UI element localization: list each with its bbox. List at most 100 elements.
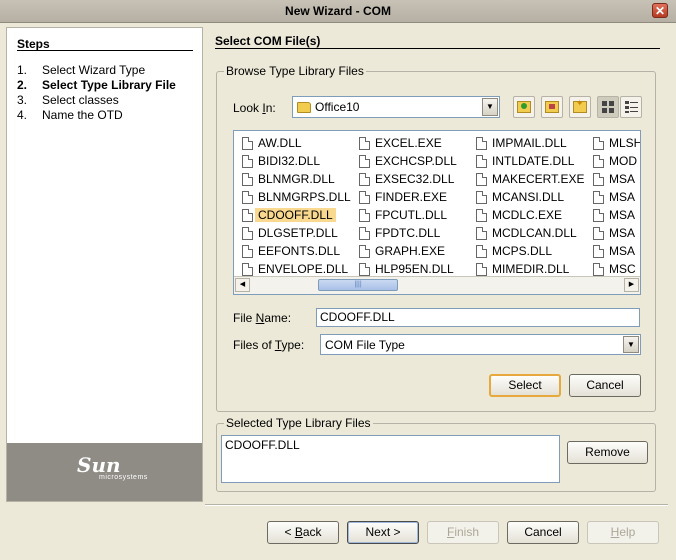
file-item[interactable]: MSA — [587, 242, 640, 260]
list-item[interactable]: CDOOFF.DLL — [225, 438, 556, 452]
file-icon — [359, 209, 370, 222]
footer-cancel-button[interactable]: Cancel — [507, 521, 579, 544]
section-divider — [215, 48, 660, 49]
file-item[interactable]: MCDLCAN.DLL — [470, 224, 584, 242]
file-item[interactable]: CDOOFF.DLL — [236, 206, 351, 224]
file-name: MCPS.DLL — [492, 244, 553, 258]
new-folder-button[interactable] — [569, 96, 591, 118]
help-button[interactable]: Help — [587, 521, 659, 544]
file-name: FPCUTL.DLL — [375, 208, 448, 222]
files-of-type-select[interactable]: COM File Type ▼ — [320, 334, 641, 355]
label-part: n: — [265, 101, 276, 115]
mnemonic: B — [294, 525, 303, 539]
file-item[interactable]: MSA — [587, 170, 640, 188]
file-item[interactable]: MCDLC.EXE — [470, 206, 584, 224]
select-button[interactable]: Select — [489, 374, 561, 397]
label-part: ack — [302, 525, 322, 539]
file-item[interactable]: EEFONTS.DLL — [236, 242, 351, 260]
file-icon — [476, 209, 487, 222]
file-name: IMPMAIL.DLL — [492, 136, 567, 150]
home-folder-button[interactable] — [541, 96, 563, 118]
step-number: 4. — [17, 108, 28, 122]
up-folder-button[interactable] — [513, 96, 535, 118]
look-in-combo[interactable]: Office10 ▼ — [292, 96, 500, 118]
finish-button[interactable]: Finish — [427, 521, 499, 544]
file-item[interactable]: GRAPH.EXE — [353, 242, 457, 260]
file-icon — [593, 245, 604, 258]
file-item[interactable]: MOD — [587, 152, 640, 170]
file-item[interactable]: FPDTC.DLL — [353, 224, 457, 242]
footer-divider-highlight — [205, 505, 668, 506]
look-in-value: Office10 — [315, 100, 360, 114]
file-name: HLP95EN.DLL — [375, 262, 454, 276]
file-name: EXCHCSP.DLL — [375, 154, 457, 168]
file-item[interactable]: EXCEL.EXE — [353, 134, 457, 152]
file-column: EXCEL.EXE EXCHCSP.DLL EXSEC32.DLL FINDER.EX… — [353, 134, 457, 278]
file-item[interactable]: FPCUTL.DLL — [353, 206, 457, 224]
chevron-down-icon[interactable]: ▼ — [482, 98, 498, 116]
file-item[interactable]: DLGSETP.DLL — [236, 224, 351, 242]
file-name: INTLDATE.DLL — [492, 154, 575, 168]
file-icon — [593, 155, 604, 168]
label-part: < — [284, 525, 295, 539]
selected-files-list[interactable]: CDOOFF.DLL — [221, 435, 560, 483]
file-name: EEFONTS.DLL — [258, 244, 341, 258]
file-item[interactable]: MAKECERT.EXE — [470, 170, 584, 188]
file-column: MLSH MOD MSA MSA MSA MSA MSA MSC — [587, 134, 640, 278]
file-name: MCANSI.DLL — [492, 190, 565, 204]
step-number: 1. — [17, 63, 28, 77]
file-name: MSA — [609, 244, 636, 258]
list-view-button[interactable] — [597, 96, 619, 118]
files-of-type-label: Files of Type: — [233, 338, 304, 352]
back-button[interactable]: < Back — [267, 521, 339, 544]
file-item[interactable]: MSA — [587, 224, 640, 242]
file-name: MIMEDIR.DLL — [492, 262, 570, 276]
close-icon: ✕ — [654, 4, 666, 18]
file-icon — [359, 227, 370, 240]
file-icon — [593, 137, 604, 150]
next-button[interactable]: Next > — [347, 521, 419, 544]
file-name: MSA — [609, 208, 636, 222]
file-name: EXCEL.EXE — [375, 136, 442, 150]
browse-cancel-button[interactable]: Cancel — [569, 374, 641, 397]
chevron-down-icon[interactable]: ▼ — [623, 336, 639, 353]
file-item[interactable]: AW.DLL — [236, 134, 351, 152]
file-icon — [242, 155, 253, 168]
file-name: ENVELOPE.DLL — [258, 262, 349, 276]
file-item[interactable]: IMPMAIL.DLL — [470, 134, 584, 152]
step-label: Select Wizard Type — [42, 63, 146, 77]
file-item[interactable]: EXSEC32.DLL — [353, 170, 457, 188]
file-icon — [593, 227, 604, 240]
file-list[interactable]: AW.DLL BIDI32.DLL BLNMGR.DLL BLNMGRPS.DLL CD… — [233, 130, 641, 295]
close-button[interactable]: ✕ — [652, 3, 668, 18]
file-item[interactable]: BLNMGRPS.DLL — [236, 188, 351, 206]
steps-divider — [17, 50, 193, 51]
file-icon — [359, 245, 370, 258]
file-item[interactable]: BIDI32.DLL — [236, 152, 351, 170]
file-icon — [359, 173, 370, 186]
branding-area: Sun microsystems — [7, 443, 202, 501]
logo-subtext: microsystems — [99, 474, 148, 481]
file-icon — [476, 173, 487, 186]
file-name-input[interactable]: CDOOFF.DLL — [316, 308, 640, 327]
horizontal-scrollbar[interactable]: ◀ |||| ▶ — [234, 276, 640, 294]
scroll-left-button[interactable]: ◀ — [235, 278, 250, 292]
step-label: Select Type Library File — [42, 78, 176, 92]
file-item[interactable]: MSA — [587, 188, 640, 206]
file-name: BLNMGR.DLL — [258, 172, 335, 186]
scroll-thumb[interactable]: |||| — [318, 279, 398, 291]
file-item[interactable]: MCANSI.DLL — [470, 188, 584, 206]
file-item[interactable]: EXCHCSP.DLL — [353, 152, 457, 170]
folder-icon — [297, 102, 311, 114]
details-view-button[interactable] — [620, 96, 642, 118]
step-number: 2. — [17, 78, 28, 92]
scroll-right-button[interactable]: ▶ — [624, 278, 639, 292]
steps-title: Steps — [17, 37, 50, 51]
file-item[interactable]: INTLDATE.DLL — [470, 152, 584, 170]
remove-button[interactable]: Remove — [567, 441, 648, 464]
file-item[interactable]: FINDER.EXE — [353, 188, 457, 206]
file-item[interactable]: MSA — [587, 206, 640, 224]
file-item[interactable]: MCPS.DLL — [470, 242, 584, 260]
file-item[interactable]: BLNMGR.DLL — [236, 170, 351, 188]
file-item[interactable]: MLSH — [587, 134, 640, 152]
